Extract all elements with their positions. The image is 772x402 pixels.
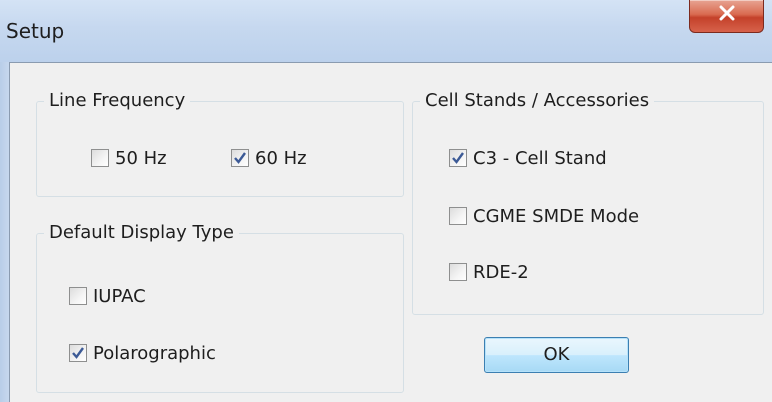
checkbox-c3-cell-stand-label[interactable]: C3 - Cell Stand [473,147,607,171]
line-frequency-group: Line Frequency 50 Hz 60 Hz [36,89,404,197]
checkbox-rde-2-box[interactable] [449,263,467,281]
display-type-group: Default Display Type IUPAC Polarographic [36,221,404,393]
checkbox-iupac-box[interactable] [69,287,87,305]
checkbox-iupac-label[interactable]: IUPAC [93,285,146,309]
close-button[interactable] [689,0,764,33]
checkbox-50hz-box[interactable] [91,149,109,167]
window-title: Setup [6,19,65,43]
checkbox-rde-2-label[interactable]: RDE-2 [473,261,529,285]
checkbox-polarographic-box[interactable] [69,344,87,362]
checkbox-cgme-smde-mode-box[interactable] [449,207,467,225]
checkbox-60hz-label[interactable]: 60 Hz [255,147,307,171]
checkbox-cgme-smde-mode-label[interactable]: CGME SMDE Mode [473,205,639,229]
check-mark-icon [72,347,84,359]
check-mark-icon [234,152,246,164]
checkbox-c3-cell-stand-box[interactable] [449,149,467,167]
cell-stands-group: Cell Stands / Accessories C3 - Cell Stan… [412,89,764,315]
check-mark-icon [452,152,464,164]
title-bar[interactable]: Setup [0,0,772,62]
dialog-body: Line Frequency 50 Hz 60 Hz Default Displ… [9,62,772,402]
checkbox-50hz-label[interactable]: 50 Hz [115,147,167,171]
cell-stands-label: Cell Stands / Accessories [420,89,655,113]
ok-button[interactable]: OK [484,337,629,373]
window-frame [0,62,9,402]
checkbox-60hz-box[interactable] [231,149,249,167]
close-icon [719,5,735,21]
setup-dialog: Setup Line Frequency 50 Hz 60 Hz Default… [0,0,772,402]
display-type-label: Default Display Type [44,221,239,245]
checkbox-polarographic-label[interactable]: Polarographic [93,342,216,366]
line-frequency-label: Line Frequency [44,89,191,113]
